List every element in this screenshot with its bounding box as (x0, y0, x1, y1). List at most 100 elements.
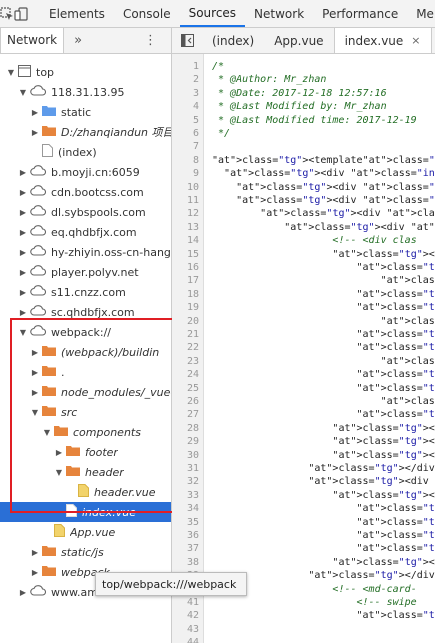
tab-console[interactable]: Console (114, 0, 180, 27)
code-line: * @Last Modified by: Mr_zhan (212, 101, 387, 113)
tooltip: top/webpack:///webpack (95, 572, 247, 596)
line-number: 2 (192, 74, 199, 86)
code-line: "at">class="tg"><div clas (356, 530, 435, 541)
code-line: * @Author: Mr_zhan (212, 74, 327, 86)
tree-item-label: 118.31.13.95 (51, 85, 125, 99)
collapsed-arrow-icon[interactable]: ▶ (18, 207, 28, 217)
tree-item[interactable]: ▶ static/js (0, 542, 171, 562)
cloud-icon (30, 205, 46, 219)
collapsed-arrow-icon[interactable]: ▶ (18, 167, 28, 177)
code-line: "at">class="tg"></div"at">class="tg">> (356, 369, 435, 381)
folder-icon (42, 565, 56, 579)
tab-performance[interactable]: Performance (313, 0, 407, 27)
tree-item-label: b.moyji.cn:6059 (51, 165, 140, 179)
cloud-icon (30, 165, 46, 179)
line-number: 19 (186, 302, 199, 314)
expanded-arrow-icon[interactable]: ▼ (6, 67, 16, 77)
collapsed-arrow-icon[interactable]: ▶ (18, 587, 28, 597)
code-line: "at">class="tg"><div clas (356, 543, 435, 555)
navigator-header: Network » ⋮ (0, 28, 171, 54)
tree-item[interactable]: App.vue (0, 522, 171, 542)
tree-item[interactable]: (index) (0, 142, 171, 162)
line-number: 29 (186, 436, 199, 448)
code-area[interactable]: /* * @Author: Mr_zhan * @Date: 2017-12-1… (212, 54, 435, 643)
line-number: 16 (186, 262, 199, 273)
more-tabs-icon[interactable]: » (74, 33, 82, 48)
tree-item[interactable]: ▶ eq.qhdbfjx.com (0, 222, 171, 242)
tree-item-label: static/js (61, 545, 104, 559)
line-number: 43 (186, 623, 199, 635)
cloud-icon (30, 185, 46, 199)
tree-item-label: hy-zhiyin.oss-cn-hangz (51, 245, 172, 259)
code-line: "at">class="tg"><p cla (380, 315, 435, 327)
close-icon[interactable]: × (411, 34, 420, 47)
code-line: "at">class="tg"><div clas (356, 342, 435, 354)
collapsed-arrow-icon[interactable]: ▶ (18, 227, 28, 237)
line-number: 24 (186, 369, 199, 381)
tree-item[interactable]: ▼ top (0, 62, 171, 82)
line-number: 17 (186, 275, 199, 287)
collapsed-arrow-icon[interactable]: ▶ (18, 307, 28, 317)
code-line: * @Last Modified time: 2017-12-19 (212, 114, 417, 126)
collapsed-arrow-icon[interactable]: ▶ (18, 187, 28, 197)
tree-item[interactable]: ▶ player.polyv.net (0, 262, 171, 282)
tree-item[interactable]: ▼ 118.31.13.95 (0, 82, 171, 102)
code-line: "at">class="tg"></div"at">class="tg">> (356, 409, 435, 421)
line-number: 35 (186, 516, 199, 528)
code-line: "at">class="tg"><template"at">class="tg"… (212, 154, 435, 166)
collapsed-arrow-icon[interactable]: ▶ (30, 547, 40, 557)
editor-pane: (index) App.vue index.vue × 1 2 3 4 5 6 7 8 9 10 1… (172, 28, 435, 643)
line-number: 1 (192, 61, 199, 72)
code-line: * @Date: 2017-12-18 12:57:16 (212, 87, 387, 99)
line-number: 7 (192, 141, 199, 153)
tree-item-label: App.vue (70, 525, 116, 539)
tree-item-label: s11.cnzz.com (51, 285, 126, 299)
tree-item[interactable]: ▶ b.moyji.cn:6059 (0, 162, 171, 182)
collapsed-arrow-icon[interactable]: ▶ (30, 567, 40, 577)
tab-more[interactable]: Me (407, 0, 435, 27)
editor-tab-app-vue[interactable]: App.vue (264, 28, 333, 53)
code-line: /* (212, 61, 225, 72)
line-number: 21 (186, 329, 199, 340)
code-line: "at">class="tg"><p cla (380, 396, 435, 407)
editor-tab-index-vue[interactable]: index.vue × (333, 28, 432, 53)
code-line: "at">class="tg"><div clas (356, 516, 435, 528)
tree-item[interactable]: ▶ hy-zhiyin.oss-cn-hangz (0, 242, 172, 262)
tab-elements[interactable]: Elements (40, 0, 114, 27)
tree-item[interactable]: ▶ dl.sybspools.com (0, 202, 171, 222)
line-number: 23 (186, 355, 199, 367)
line-number: 9 (192, 168, 199, 180)
code-line: "at">class="tg"><div "at">class="index""… (224, 168, 435, 180)
collapsed-arrow-icon[interactable]: ▶ (30, 107, 40, 117)
tab-network[interactable]: Network (245, 0, 313, 27)
device-icon[interactable] (14, 0, 28, 27)
code-line: "at">class="tg"><div "at">class="index_c… (260, 208, 435, 220)
tree-item[interactable]: ▶ cdn.bootcss.com (0, 182, 171, 202)
tree-item[interactable]: ▶ D:/zhanqiandun 项目 (0, 122, 171, 142)
code-line: "at">class="tg"><div "at">class="index_c… (284, 221, 435, 233)
tab-sources[interactable]: Sources (179, 0, 246, 27)
code-line: <!-- <div clas (332, 235, 417, 247)
code-line: "at">class="tg"><div "at">class="sw (332, 436, 435, 448)
navigator-tab-network[interactable]: Network (0, 28, 65, 54)
editor-tab-index[interactable]: (index) (202, 28, 264, 53)
collapsed-arrow-icon[interactable]: ▶ (30, 127, 40, 137)
inspect-icon[interactable] (0, 0, 14, 27)
line-number: 22 (186, 342, 199, 354)
toggle-navigator-icon[interactable] (172, 28, 202, 53)
collapsed-arrow-icon[interactable]: ▶ (18, 247, 28, 257)
navigator-menu-icon[interactable]: ⋮ (144, 33, 157, 48)
collapsed-arrow-icon[interactable]: ▶ (18, 287, 28, 297)
tree-item[interactable]: ▶ static (0, 102, 171, 122)
tree-item[interactable]: ▶ s11.cnzz.com (0, 282, 171, 302)
collapsed-arrow-icon[interactable]: ▶ (18, 267, 28, 277)
cloud-icon (30, 85, 46, 99)
tree-item-label: dl.sybspools.com (51, 205, 146, 219)
code-line: "at">class="tg"></div"at">class="tg">> (356, 329, 435, 340)
expanded-arrow-icon[interactable]: ▼ (18, 87, 28, 97)
tree-item-label: (index) (58, 145, 97, 159)
code-line: "at">class="tg"></div"at">class="tg">> (356, 288, 435, 300)
highlight-box (10, 318, 189, 513)
